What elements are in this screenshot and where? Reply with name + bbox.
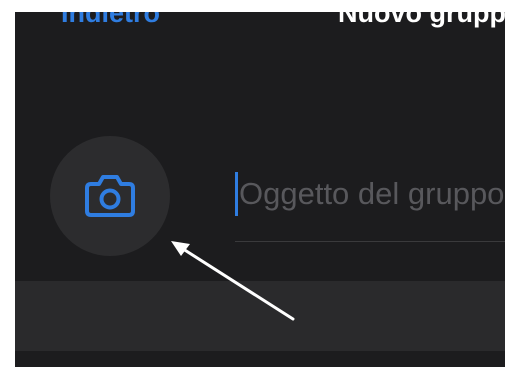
back-button[interactable]: Indietro: [61, 12, 160, 29]
group-subject-input[interactable]: [239, 170, 505, 218]
group-photo-button[interactable]: [50, 136, 170, 256]
camera-icon: [85, 175, 135, 217]
text-cursor: [235, 172, 238, 216]
field-divider: [235, 241, 505, 242]
group-subject-field[interactable]: [235, 170, 505, 242]
new-group-screen: Indietro Nuovo gruppo: [15, 12, 505, 367]
section-separator-band: [15, 281, 505, 351]
page-title: Nuovo gruppo: [338, 12, 505, 28]
